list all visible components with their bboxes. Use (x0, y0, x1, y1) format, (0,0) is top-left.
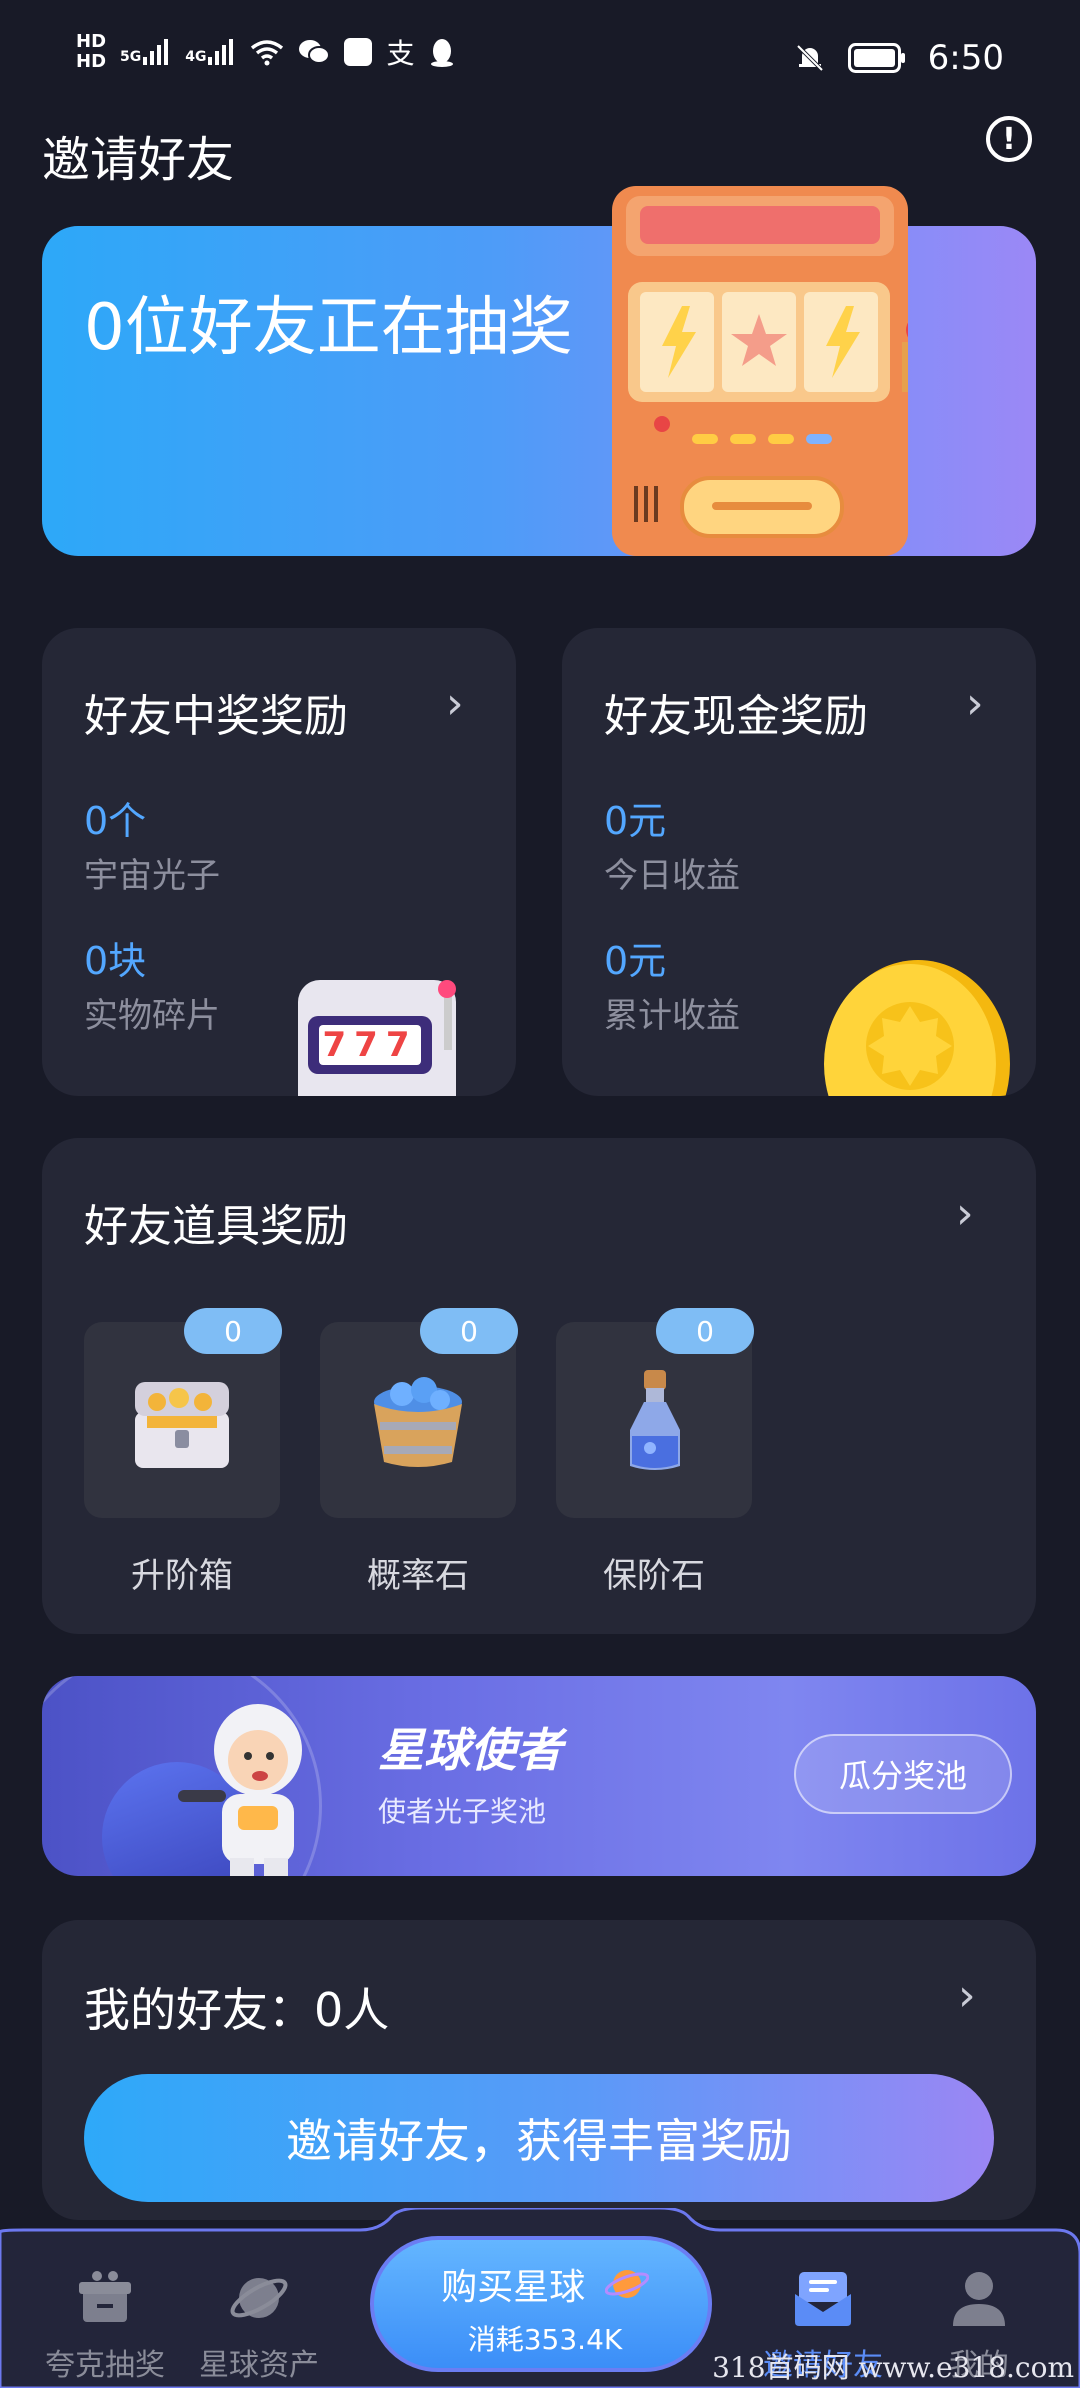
card-title: 好友道具奖励 (84, 1201, 348, 1252)
mute-bell-icon (796, 44, 824, 72)
today-earnings-label: 今日收益 (604, 856, 740, 896)
buy-planet-label: 购买星球 (374, 2258, 716, 2310)
tab-label: 夸克抽奖 (45, 2348, 165, 2383)
prop-label: 保阶石 (603, 1556, 705, 1596)
invite-friends-button[interactable]: 邀请好友，获得丰富奖励 (84, 2074, 994, 2202)
promo-subtitle: 使者光子奖池 (378, 1795, 547, 1828)
app-icon (344, 38, 373, 66)
gold-coin-illustration (824, 960, 1010, 1096)
planet-icon (604, 2270, 650, 2298)
person-icon (953, 2272, 1005, 2326)
buy-planet-button[interactable]: 购买星球 消耗353.4K (370, 2236, 712, 2372)
tab-planet-assets[interactable]: 星球资产 (184, 2248, 334, 2383)
stone-bucket-icon (374, 1377, 462, 1467)
chevron-right-icon: › (956, 1188, 974, 1239)
slot-machine-illustration (612, 186, 908, 556)
total-earnings-label: 累计收益 (604, 996, 740, 1036)
signal-icon-2: 4G (185, 39, 236, 65)
signal-icon: 5G (120, 39, 171, 65)
prop-item-probability-stone[interactable]: 0 (320, 1308, 518, 1518)
tab-quark-lottery[interactable]: 夸克抽奖 (30, 2248, 180, 2383)
friend-cash-reward-card[interactable]: 好友现金奖励 › 0元 今日收益 0元 累计收益 (562, 628, 1036, 1096)
promo-title: 星球使者 (378, 1723, 562, 1777)
status-bar: HD HD 5G 4G 支 6:50 (0, 0, 1080, 130)
my-friends-card: 我的好友：0人 › 邀请好友，获得丰富奖励 (42, 1920, 1036, 2220)
prop-label: 升阶箱 (131, 1556, 233, 1596)
friend-lottery-reward-card[interactable]: 好友中奖奖励 › 0个 宇宙光子 0块 实物碎片 777 (42, 628, 516, 1096)
mini-slot-illustration: 777 (298, 980, 456, 1096)
prop-label: 概率石 (367, 1556, 469, 1596)
share-pool-button[interactable]: 瓜分奖池 (794, 1734, 1012, 1814)
gift-icon (79, 2271, 131, 2322)
friend-props-reward-card[interactable]: 好友道具奖励 › 0 升阶箱 0 概率石 0 保阶石 (42, 1138, 1036, 1634)
buy-planet-cost: 消耗353.4K (467, 2323, 623, 2356)
alipay-icon: 支 (386, 37, 415, 70)
banner-text: 0位好友正在抽奖 (84, 291, 573, 365)
chevron-right-icon[interactable]: › (958, 1970, 976, 2021)
potion-bottle-icon (630, 1370, 680, 1470)
exclamation-icon: ! (1002, 121, 1016, 157)
prop-count-badge: 0 (184, 1308, 282, 1354)
planet-icon (230, 2278, 288, 2318)
total-earnings: 0元 (604, 939, 667, 983)
clock: 6:50 (927, 38, 1004, 78)
tab-label: 星球资产 (199, 2348, 319, 2383)
wechat-icon (299, 40, 331, 64)
treasure-chest-icon (135, 1382, 229, 1468)
photon-label: 宇宙光子 (84, 856, 220, 896)
photon-count: 0个 (84, 799, 147, 843)
prop-item-upgrade-box[interactable]: 0 (84, 1308, 282, 1518)
info-button[interactable]: ! (986, 116, 1032, 162)
wifi-icon (251, 40, 284, 66)
astronaut-illustration (178, 1704, 302, 1876)
battery-icon (847, 43, 905, 73)
watermark: 318首码网 www.e318.com (712, 2351, 1074, 2384)
card-title: 好友现金奖励 (604, 691, 868, 742)
chevron-right-icon: › (446, 678, 464, 729)
today-earnings: 0元 (604, 799, 667, 843)
qq-icon (430, 39, 453, 67)
planet-ambassador-banner[interactable]: 星球使者 使者光子奖池 瓜分奖池 (42, 1676, 1036, 1876)
prop-count-badge: 0 (656, 1308, 754, 1354)
prop-count-badge: 0 (420, 1308, 518, 1354)
slot-digits: 777 (318, 1025, 422, 1065)
page-title: 邀请好友 (42, 132, 235, 188)
hd-badge-2: HD (76, 51, 107, 72)
chevron-right-icon: › (966, 678, 984, 729)
prop-item-tier-protect-stone[interactable]: 0 (556, 1308, 754, 1518)
fragment-label: 实物碎片 (84, 996, 220, 1036)
card-title: 好友中奖奖励 (84, 691, 348, 742)
envelope-icon (795, 2272, 851, 2326)
friends-count-title[interactable]: 我的好友：0人 (84, 1974, 389, 2040)
fragment-count: 0块 (84, 939, 147, 983)
hd-badge-1: HD (76, 31, 107, 52)
